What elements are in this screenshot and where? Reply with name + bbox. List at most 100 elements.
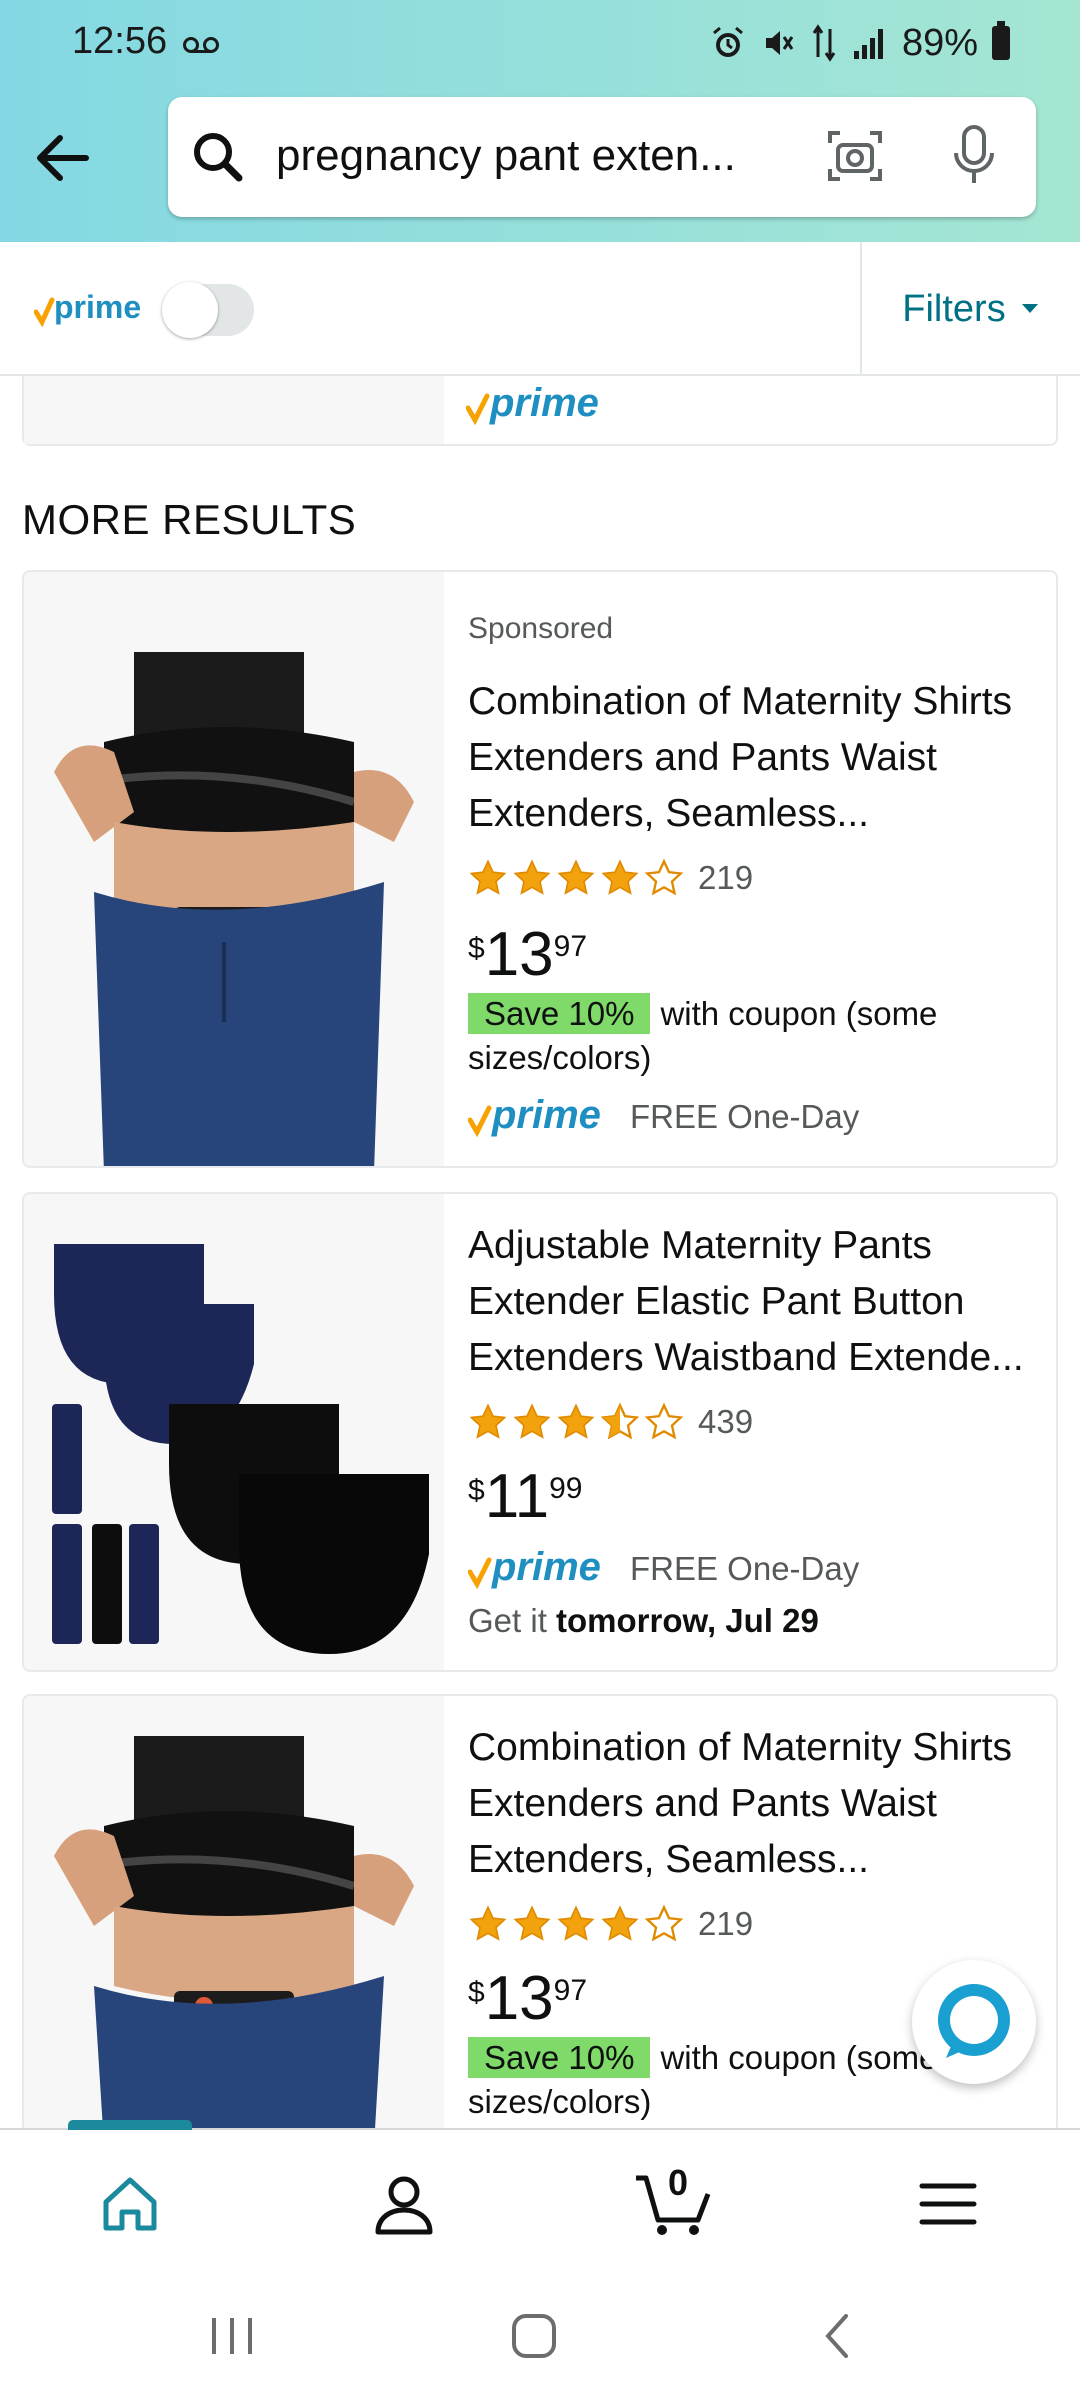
prime-logo: prime — [34, 289, 141, 328]
svg-text:prime: prime — [491, 1093, 601, 1137]
prime-logo: prime — [468, 1093, 601, 1138]
coupon-badge: Save 10% — [468, 2037, 651, 2078]
star-full-icon — [469, 1905, 507, 1941]
sponsored-label: Sponsored — [468, 612, 614, 645]
header: 12:56 89% pregnancy pant exten... — [0, 0, 1080, 242]
filter-bar: prime Filters — [0, 242, 1080, 376]
section-title: MORE RESULTS — [22, 496, 357, 543]
product-card[interactable]: Adjustable Maternity Pants Extender Elas… — [22, 1192, 1058, 1672]
coupon-info: Save 10% with coupon (some sizes/colors) — [468, 992, 1048, 1080]
prime-logo: prime — [468, 1545, 601, 1590]
maternity-belt-image — [54, 1736, 414, 2132]
battery-percent: 89% — [901, 21, 978, 64]
price-whole: 13 — [484, 1964, 554, 2033]
price-whole: 13 — [484, 920, 554, 989]
pant-extender-image — [52, 1244, 429, 1654]
filters-label: Filters — [902, 287, 1006, 330]
star-full-icon — [513, 859, 551, 895]
star-rating[interactable]: 219 — [468, 858, 753, 898]
product-card[interactable]: Combination of Maternity Shirts Extender… — [22, 1694, 1058, 2134]
alexa-button[interactable] — [912, 1960, 1036, 2084]
shipping-text: FREE One-Day — [630, 1550, 860, 1587]
voicemail-icon — [183, 37, 219, 53]
menu-icon[interactable] — [914, 2170, 982, 2238]
product-price: $ 13 97 — [468, 924, 587, 986]
price-fraction: 99 — [549, 1472, 583, 1505]
recent-apps-icon[interactable] — [206, 2314, 258, 2358]
prime-shipping: prime FREE One-Day — [468, 1092, 859, 1142]
star-full-icon — [557, 1403, 595, 1439]
search-input[interactable]: pregnancy pant exten... — [276, 131, 776, 181]
product-price: $ 11 99 — [468, 1466, 582, 1528]
mute-icon — [765, 31, 794, 55]
star-rating[interactable]: 219 — [468, 1904, 753, 1944]
product-image — [24, 376, 444, 444]
product-image[interactable] — [24, 1194, 444, 1670]
status-bar: 12:56 89% — [0, 0, 1080, 86]
toggle-knob — [162, 282, 218, 338]
star-half-icon — [600, 1402, 640, 1440]
product-title[interactable]: Combination of Maternity Shirts Extender… — [468, 1720, 1048, 1888]
price-currency: $ — [468, 1976, 485, 2009]
price-fraction: 97 — [553, 1974, 588, 2007]
previous-product-card[interactable]: prime — [22, 376, 1058, 446]
star-full-icon — [513, 1403, 551, 1439]
price-whole: 11 — [484, 1462, 550, 1531]
price-fraction: 97 — [553, 930, 588, 963]
star-empty-icon — [644, 858, 684, 896]
shipping-text: FREE One-Day — [630, 1098, 860, 1135]
product-price: $ 13 97 — [468, 1968, 587, 2030]
star-full-icon — [513, 1905, 551, 1941]
cart-count: 0 — [668, 2162, 689, 2203]
delivery-prefix: Get it — [468, 1602, 547, 1639]
delivery-estimate: Get it tomorrow, Jul 29 — [468, 1602, 819, 1640]
rating-count: 219 — [698, 1905, 754, 1942]
maternity-belt-image — [54, 652, 414, 1166]
system-nav-bar — [0, 2268, 1080, 2400]
search-bar[interactable]: pregnancy pant exten... — [168, 97, 1036, 217]
svg-text:prime: prime — [54, 289, 141, 325]
prime-logo: prime — [466, 381, 599, 426]
star-full-icon — [601, 1905, 639, 1941]
back-arrow-icon[interactable] — [30, 126, 94, 190]
star-full-icon — [557, 1905, 595, 1941]
search-icon — [194, 133, 243, 182]
home-icon[interactable] — [96, 2170, 164, 2238]
alexa-icon — [938, 1984, 1010, 2058]
home-system-icon[interactable] — [510, 2312, 558, 2360]
svg-text:prime: prime — [491, 1545, 601, 1589]
price-currency: $ — [468, 1474, 485, 1507]
svg-text:prime: prime — [489, 381, 599, 425]
account-icon[interactable] — [370, 2170, 438, 2238]
star-empty-icon — [644, 1904, 684, 1942]
chevron-down-icon — [1021, 304, 1038, 313]
camera-icon[interactable] — [824, 125, 886, 187]
prime-shipping: prime FREE One-Day — [468, 1544, 859, 1594]
product-title[interactable]: Adjustable Maternity Pants Extender Elas… — [468, 1218, 1048, 1386]
coupon-badge: Save 10% — [468, 993, 651, 1034]
star-full-icon — [469, 1403, 507, 1439]
data-icon — [812, 24, 836, 62]
bottom-nav: 0 — [0, 2120, 1080, 2268]
rating-count: 439 — [698, 1403, 754, 1440]
back-system-icon[interactable] — [820, 2312, 854, 2360]
status-icons: 89% — [710, 21, 1010, 64]
price-currency: $ — [468, 932, 485, 965]
star-full-icon — [469, 859, 507, 895]
status-time: 12:56 — [72, 20, 168, 62]
filters-button[interactable]: Filters — [862, 242, 1080, 376]
rating-count: 219 — [698, 859, 754, 896]
star-empty-icon — [644, 1402, 684, 1440]
alarm-icon — [712, 26, 743, 57]
product-title[interactable]: Combination of Maternity Shirts Extender… — [468, 674, 1048, 842]
mic-icon[interactable] — [944, 123, 1004, 189]
star-full-icon — [557, 859, 595, 895]
battery-icon — [992, 21, 1010, 60]
active-tab-indicator — [68, 2120, 192, 2130]
prime-toggle[interactable] — [162, 282, 254, 338]
product-image[interactable] — [24, 572, 444, 1166]
product-image[interactable] — [24, 1696, 444, 2132]
star-full-icon — [601, 859, 639, 895]
product-card[interactable]: Sponsored Combination of Maternity Shirt… — [22, 570, 1058, 1168]
star-rating[interactable]: 439 — [468, 1402, 753, 1442]
